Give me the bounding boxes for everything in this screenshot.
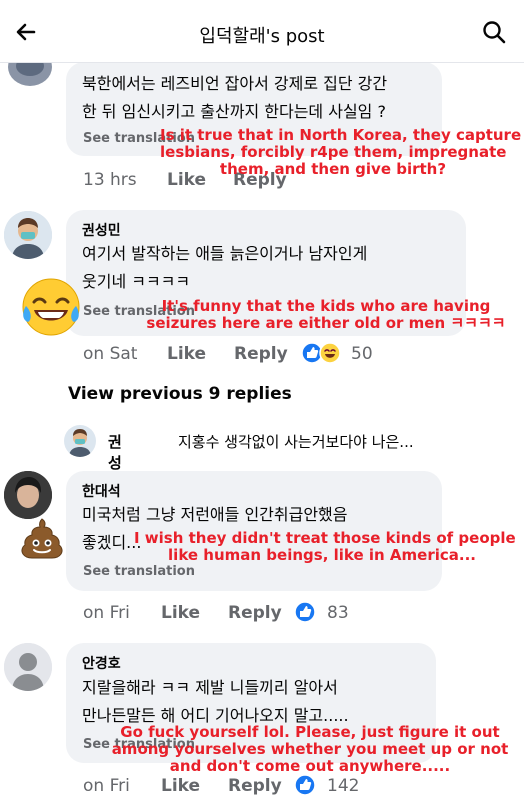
avatar[interactable]	[4, 211, 52, 259]
overlay-line: Go fuck yourself lol. Please, just figur…	[120, 723, 500, 741]
laughing-emoji-icon	[20, 276, 82, 338]
comment-time: on Fri	[83, 603, 130, 623]
comment-text-line: 북한에서는 레즈비언 잡아서 강제로 집단 강간	[82, 74, 388, 93]
like-button[interactable]: Like	[161, 776, 200, 796]
comment-text-line: 한 뒤 임신시키고 출산까지 한다는데 사실임 ?	[82, 102, 386, 121]
overlay-line: among yourselves whether you meet up or …	[111, 740, 509, 758]
avatar[interactable]	[4, 471, 52, 519]
comment-actions: on Fri Like Reply 83	[83, 601, 383, 625]
comment-text-line: 미국처럼 그냥 저런애들 인간취급안했음	[82, 505, 348, 524]
translation-overlay: Go fuck yourself lol. Please, just figur…	[110, 724, 510, 775]
haha-reaction-icon	[319, 342, 341, 364]
like-reaction-icon	[294, 601, 316, 623]
overlay-line: and don't come out anywhere.....	[169, 757, 451, 775]
comment-text-line: 웃기네 ㅋㅋㅋㅋ	[82, 272, 191, 291]
reply-button[interactable]: Reply	[234, 344, 288, 364]
translation-overlay: I wish they didn't treat those kinds of …	[134, 529, 516, 564]
like-button[interactable]: Like	[161, 603, 200, 623]
comment-actions: on Sat Like Reply 50	[83, 342, 383, 366]
overlay-line: It's funny that the kids who are having	[161, 297, 491, 315]
poop-emoji-icon	[20, 516, 64, 560]
view-previous-replies-link[interactable]: View previous 9 replies	[68, 384, 292, 404]
reply-preview-text: 지홍수 생각없이 사는거보다야 나은...	[178, 433, 414, 451]
reply-button[interactable]: Reply	[228, 776, 282, 796]
page-title: 입덕할래's post	[199, 26, 325, 47]
overlay-line: like human beings, like in America...	[168, 546, 476, 564]
overlay-line: seizures here are either old or men ㅋㅋㅋㅋ	[146, 314, 506, 332]
commenter-name[interactable]: 안경호	[82, 653, 121, 673]
comment-actions: on Fri Like Reply 142	[83, 774, 383, 798]
like-button[interactable]: Like	[167, 344, 206, 364]
comment-text-line: 지랄을해라 ㅋㅋ 제발 니들끼리 알아서	[82, 678, 338, 697]
search-icon[interactable]	[480, 18, 508, 46]
avatar	[64, 425, 96, 457]
like-reaction-icon	[294, 774, 316, 796]
translation-overlay: It's funny that the kids who are having …	[136, 298, 516, 332]
overlay-line: I wish they didn't treat those kinds of …	[134, 529, 516, 547]
comment-time: 13 hrs	[83, 170, 137, 190]
commenter-name[interactable]: 권성민	[82, 220, 121, 240]
see-translation-link[interactable]: See translation	[83, 564, 195, 579]
reaction-count[interactable]: 83	[327, 603, 349, 623]
overlay-line: Is it true that in North Korea, they cap…	[160, 126, 522, 144]
comment-text-line: 좋겠디...	[82, 533, 142, 552]
comment-text-line: 여기서 발작하는 애들 늙은이거나 남자인게	[82, 244, 368, 263]
overlay-line: lesbians, forcibly r4pe them, impregnate	[160, 143, 507, 161]
reaction-count[interactable]: 50	[351, 344, 373, 364]
translation-overlay: Is it true that in North Korea, they cap…	[160, 126, 522, 178]
reaction-count[interactable]: 142	[327, 776, 359, 796]
comment-time: on Sat	[83, 344, 138, 364]
overlay-line: them, and then give birth?	[219, 160, 447, 178]
reply-button[interactable]: Reply	[228, 603, 282, 623]
avatar[interactable]	[4, 643, 52, 691]
commenter-name[interactable]: 한대석	[82, 481, 121, 501]
post-header: 입덕할래's post	[0, 0, 524, 63]
comment-time: on Fri	[83, 776, 130, 796]
